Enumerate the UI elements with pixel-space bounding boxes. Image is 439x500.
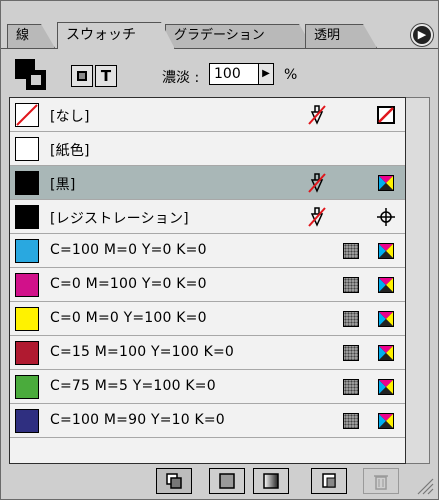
swatch-row-black[interactable]: [黒] xyxy=(10,166,405,200)
stroke-box[interactable] xyxy=(26,70,46,90)
tab-label: グラデーション xyxy=(174,28,265,43)
show-all-swatches-button[interactable] xyxy=(156,468,192,494)
tab-label: 透明 xyxy=(314,28,341,43)
trash-icon xyxy=(374,475,388,490)
color-swatch-chip xyxy=(15,273,39,297)
color-swatch-chip xyxy=(15,239,39,263)
process-color-icon xyxy=(343,345,359,361)
tab-transparency[interactable]: 透明 xyxy=(305,24,377,48)
registration-swatch-chip xyxy=(15,205,39,229)
swatch-label: C=0 M=0 Y=100 K=0 xyxy=(50,310,207,326)
cmyk-mode-icon xyxy=(378,277,394,293)
registration-mark-icon xyxy=(377,208,395,226)
swatch-row-red[interactable]: C=15 M=100 Y=100 K=0 xyxy=(10,336,405,370)
none-swatch-chip xyxy=(15,103,39,127)
fill-stroke-icon[interactable] xyxy=(15,59,47,90)
none-mode-icon xyxy=(377,106,395,124)
vertical-scrollbar[interactable] xyxy=(406,97,430,464)
tab-bar: 線 スウォッチ グラデーション 透明 ▶ xyxy=(1,1,438,49)
tint-slider-button[interactable]: ▶ xyxy=(258,63,274,85)
new-swatch-button[interactable] xyxy=(311,468,347,494)
tint-input[interactable]: 100 xyxy=(209,63,259,85)
process-color-icon xyxy=(343,311,359,327)
text-icon: T xyxy=(100,67,112,85)
show-all-icon xyxy=(166,473,182,489)
black-swatch-chip xyxy=(15,171,39,195)
swatch-label: C=0 M=100 Y=0 K=0 xyxy=(50,276,207,292)
swatch-row-paper[interactable]: [紙色] xyxy=(10,132,405,166)
cmyk-mode-icon xyxy=(378,345,394,361)
swatch-row-magenta[interactable]: C=0 M=100 Y=0 K=0 xyxy=(10,268,405,302)
tint-label: 濃淡 : xyxy=(162,70,200,86)
process-color-icon xyxy=(343,243,359,259)
swatch-row-navy[interactable]: C=100 M=90 Y=10 K=0 xyxy=(10,404,405,438)
no-edit-icon xyxy=(308,173,326,193)
show-color-swatches-button[interactable] xyxy=(209,468,245,494)
process-color-icon xyxy=(343,379,359,395)
color-swatch-chip xyxy=(15,409,39,433)
tab-gradient[interactable]: グラデーション xyxy=(165,24,313,48)
tab-stroke[interactable]: 線 xyxy=(7,24,55,48)
process-color-icon xyxy=(343,277,359,293)
swatch-label: C=75 M=5 Y=100 K=0 xyxy=(50,378,216,394)
no-edit-icon xyxy=(308,207,326,227)
text-format-button[interactable]: T xyxy=(95,65,117,87)
triangle-right-icon: ▶ xyxy=(417,28,427,41)
swatch-list: [なし] [紙色] [黒] [レジストレーション] C=100 M=0 Y=0 … xyxy=(9,97,406,464)
swatch-label: [黒] xyxy=(50,177,76,193)
swatch-row-yellow[interactable]: C=0 M=0 Y=100 K=0 xyxy=(10,302,405,336)
paper-swatch-chip xyxy=(15,137,39,161)
bottom-bar xyxy=(1,466,438,499)
process-color-icon xyxy=(343,413,359,429)
swatch-label: C=100 M=0 Y=0 K=0 xyxy=(50,242,207,258)
color-swatch-chip xyxy=(15,375,39,399)
swatch-row-registration[interactable]: [レジストレーション] xyxy=(10,200,405,234)
cmyk-mode-icon xyxy=(378,413,394,429)
show-gradient-swatches-button[interactable] xyxy=(253,468,289,494)
swatch-toolbar: T 濃淡 : 100 ▶ % xyxy=(1,49,438,97)
cmyk-mode-icon xyxy=(378,379,394,395)
color-swatch-icon xyxy=(219,473,235,489)
swatch-label: C=15 M=100 Y=100 K=0 xyxy=(50,344,235,360)
new-swatch-icon xyxy=(322,473,336,488)
tint-unit: % xyxy=(284,67,298,83)
swatch-label: [紙色] xyxy=(50,143,90,159)
gradient-swatch-icon xyxy=(263,473,279,489)
no-edit-icon xyxy=(308,105,326,125)
tab-label: 線 xyxy=(16,28,30,43)
color-swatch-chip xyxy=(15,307,39,331)
cmyk-mode-icon xyxy=(378,175,394,191)
cmyk-mode-icon xyxy=(378,243,394,259)
swatch-row-green[interactable]: C=75 M=5 Y=100 K=0 xyxy=(10,370,405,404)
delete-swatch-button[interactable] xyxy=(363,468,399,494)
tab-label: スウォッチ xyxy=(66,27,136,43)
swatch-label: [レジストレーション] xyxy=(50,211,189,227)
triangle-right-icon: ▶ xyxy=(262,68,270,79)
fill-container-icon[interactable] xyxy=(71,65,93,87)
cmyk-mode-icon xyxy=(378,311,394,327)
swatches-panel: 線 スウォッチ グラデーション 透明 ▶ T 濃淡 : 100 ▶ % [なし] xyxy=(0,0,439,500)
tab-swatches[interactable]: スウォッチ xyxy=(57,22,175,49)
swatch-label: [なし] xyxy=(50,109,90,125)
resize-grip-icon[interactable] xyxy=(414,475,434,495)
color-swatch-chip xyxy=(15,341,39,365)
panel-menu-button[interactable]: ▶ xyxy=(411,24,433,46)
swatch-row-none[interactable]: [なし] xyxy=(10,98,405,132)
swatch-row-cyan[interactable]: C=100 M=0 Y=0 K=0 xyxy=(10,234,405,268)
swatch-label: C=100 M=90 Y=10 K=0 xyxy=(50,412,225,428)
